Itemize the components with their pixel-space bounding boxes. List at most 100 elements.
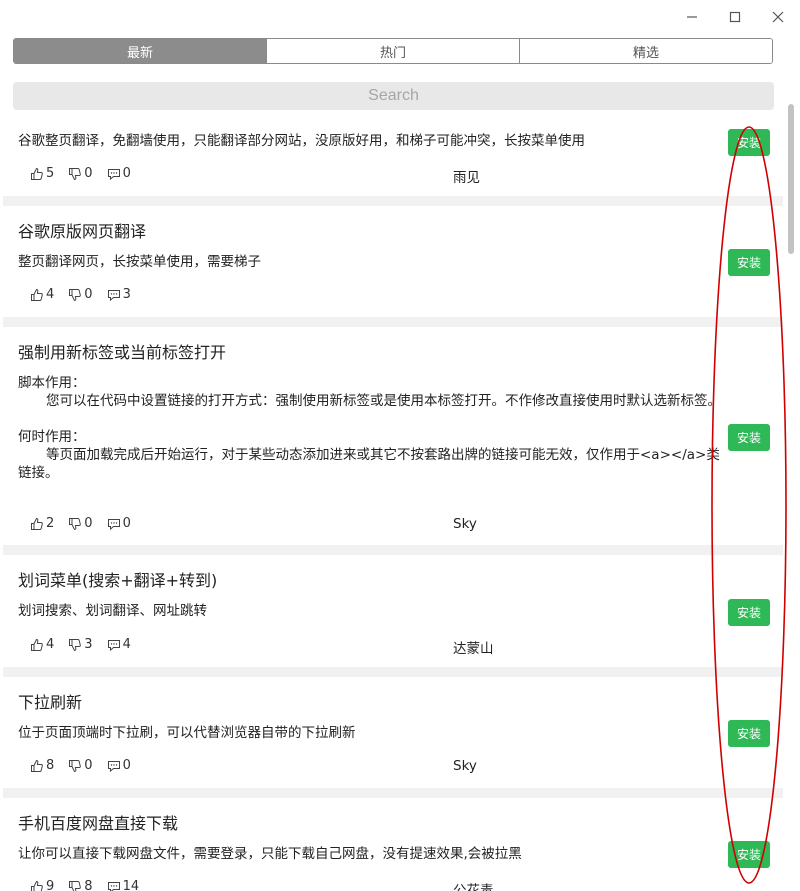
script-card-5: 下拉刷新 位于页面顶端时下拉刷，可以代替浏览器自带的下拉刷新 8 0 0 Sky…: [3, 677, 783, 788]
dislike-count: 0: [84, 758, 93, 773]
install-button[interactable]: 安装: [728, 720, 770, 747]
comment-count: 3: [122, 287, 131, 302]
dislike-button[interactable]: 0: [68, 166, 93, 181]
thumbs-down-icon: [69, 759, 82, 772]
like-count: 4: [46, 637, 55, 652]
install-button[interactable]: 安装: [728, 841, 770, 868]
minimize-icon: [687, 16, 697, 18]
install-button[interactable]: 安装: [728, 129, 770, 156]
script-description: 位于页面顶端时下拉刷，可以代替浏览器自带的下拉刷新: [18, 725, 356, 741]
card-divider: [3, 545, 783, 555]
like-button[interactable]: 9: [30, 879, 54, 891]
comment-icon: [107, 639, 120, 651]
minimize-button[interactable]: [674, 4, 710, 30]
comment-icon: [107, 518, 120, 530]
comment-count: 14: [122, 879, 140, 891]
maximize-button[interactable]: [717, 4, 753, 30]
description-line: 脚本作用：: [18, 375, 86, 391]
dislike-count: 0: [84, 287, 93, 302]
dislike-count: 0: [84, 516, 93, 531]
comment-icon: [107, 289, 120, 301]
dislike-button[interactable]: 8: [68, 879, 93, 891]
author-name: 公花毒: [453, 883, 494, 891]
close-icon: [772, 11, 784, 23]
tab-bar: 最新 热门 精选: [13, 38, 773, 64]
script-description: 让你可以直接下载网盘文件，需要登录，只能下载自己网盘，没有提速效果,会被拉黑: [18, 846, 522, 862]
tab-featured[interactable]: 精选: [519, 39, 772, 63]
close-button[interactable]: [760, 4, 796, 30]
dislike-button[interactable]: 0: [68, 287, 93, 302]
card-divider: [3, 196, 783, 206]
install-button[interactable]: 安装: [728, 249, 770, 276]
comment-button[interactable]: 14: [107, 879, 140, 891]
like-count: 9: [46, 879, 55, 891]
author-name: 达蒙山: [453, 641, 494, 657]
maximize-icon: [729, 11, 741, 23]
comment-icon: [107, 168, 120, 180]
comment-button[interactable]: 0: [107, 166, 131, 181]
script-description: 整页翻译网页，长按菜单使用，需要梯子: [18, 254, 261, 270]
thumbs-up-icon: [31, 880, 43, 891]
script-card-4: 划词菜单(搜索+翻译+转到) 划词搜索、划词翻译、网址跳转 4 3 4 达蒙山 …: [3, 555, 783, 667]
comment-button[interactable]: 3: [107, 287, 131, 302]
like-count: 2: [46, 516, 55, 531]
script-card-3: 强制用新标签或当前标签打开 脚本作用： 您可以在代码中设置链接的打开方式：强制使…: [3, 327, 783, 545]
thumbs-up-icon: [31, 638, 43, 651]
like-button[interactable]: 4: [30, 637, 54, 652]
script-description: 脚本作用： 您可以在代码中设置链接的打开方式：强制使用新标签或是使用本标签打开。…: [18, 374, 723, 482]
tab-popular[interactable]: 热门: [266, 39, 519, 63]
comment-button[interactable]: 0: [107, 758, 131, 773]
description-line: 何时作用：: [18, 429, 86, 445]
dislike-count: 8: [84, 879, 93, 891]
thumbs-down-icon: [69, 638, 82, 651]
stats-row: 4 0 3: [30, 287, 145, 302]
script-title: 谷歌原版网页翻译: [18, 222, 147, 241]
thumbs-up-icon: [31, 167, 43, 180]
thumbs-down-icon: [69, 517, 82, 530]
install-button[interactable]: 安装: [728, 599, 770, 626]
scrollbar-thumb[interactable]: [788, 104, 794, 254]
like-button[interactable]: 2: [30, 516, 54, 531]
thumbs-up-icon: [31, 759, 43, 772]
dislike-count: 3: [84, 637, 93, 652]
search-input[interactable]: [13, 82, 774, 110]
thumbs-down-icon: [69, 288, 82, 301]
like-button[interactable]: 4: [30, 287, 54, 302]
dislike-button[interactable]: 0: [68, 758, 93, 773]
script-card-6: 手机百度网盘直接下载 让你可以直接下载网盘文件，需要登录，只能下载自己网盘，没有…: [3, 798, 783, 891]
script-card-2: 谷歌原版网页翻译 整页翻译网页，长按菜单使用，需要梯子 4 0 3 安装: [3, 206, 783, 317]
comment-count: 0: [122, 166, 131, 181]
thumbs-down-icon: [69, 167, 82, 180]
script-title: 手机百度网盘直接下载: [18, 814, 179, 833]
stats-row: 5 0 0: [30, 166, 145, 181]
comment-button[interactable]: 0: [107, 516, 131, 531]
script-description: 划词搜索、划词翻译、网址跳转: [18, 603, 207, 619]
like-count: 5: [46, 166, 55, 181]
comment-icon: [107, 881, 120, 891]
dislike-button[interactable]: 0: [68, 516, 93, 531]
author-name: Sky: [453, 516, 477, 532]
tab-latest[interactable]: 最新: [14, 39, 266, 63]
install-button[interactable]: 安装: [728, 424, 770, 451]
dislike-button[interactable]: 3: [68, 637, 93, 652]
thumbs-down-icon: [69, 880, 82, 891]
author-name: Sky: [453, 758, 477, 774]
author-name: 雨见: [453, 170, 480, 186]
script-description: 谷歌整页翻译，免翻墙使用，只能翻译部分网站，没原版好用，和梯子可能冲突，长按菜单…: [18, 133, 585, 149]
description-line: 等页面加载完成后开始运行，对于某些动态添加进来或其它不按套路出牌的链接可能无效，…: [18, 447, 720, 481]
thumbs-up-icon: [31, 517, 43, 530]
script-title: 强制用新标签或当前标签打开: [18, 343, 227, 362]
comment-count: 4: [122, 637, 131, 652]
comment-button[interactable]: 4: [107, 637, 131, 652]
dislike-count: 0: [84, 166, 93, 181]
like-button[interactable]: 5: [30, 166, 54, 181]
stats-row: 4 3 4: [30, 637, 145, 652]
script-title: 下拉刷新: [18, 693, 83, 712]
comment-count: 0: [122, 758, 131, 773]
script-card-1: 谷歌整页翻译，免翻墙使用，只能翻译部分网站，没原版好用，和梯子可能冲突，长按菜单…: [3, 118, 783, 196]
card-divider: [3, 788, 783, 798]
script-title: 划词菜单(搜索+翻译+转到): [18, 571, 218, 590]
title-bar: [0, 0, 800, 34]
like-button[interactable]: 8: [30, 758, 54, 773]
stats-row: 2 0 0: [30, 516, 145, 531]
